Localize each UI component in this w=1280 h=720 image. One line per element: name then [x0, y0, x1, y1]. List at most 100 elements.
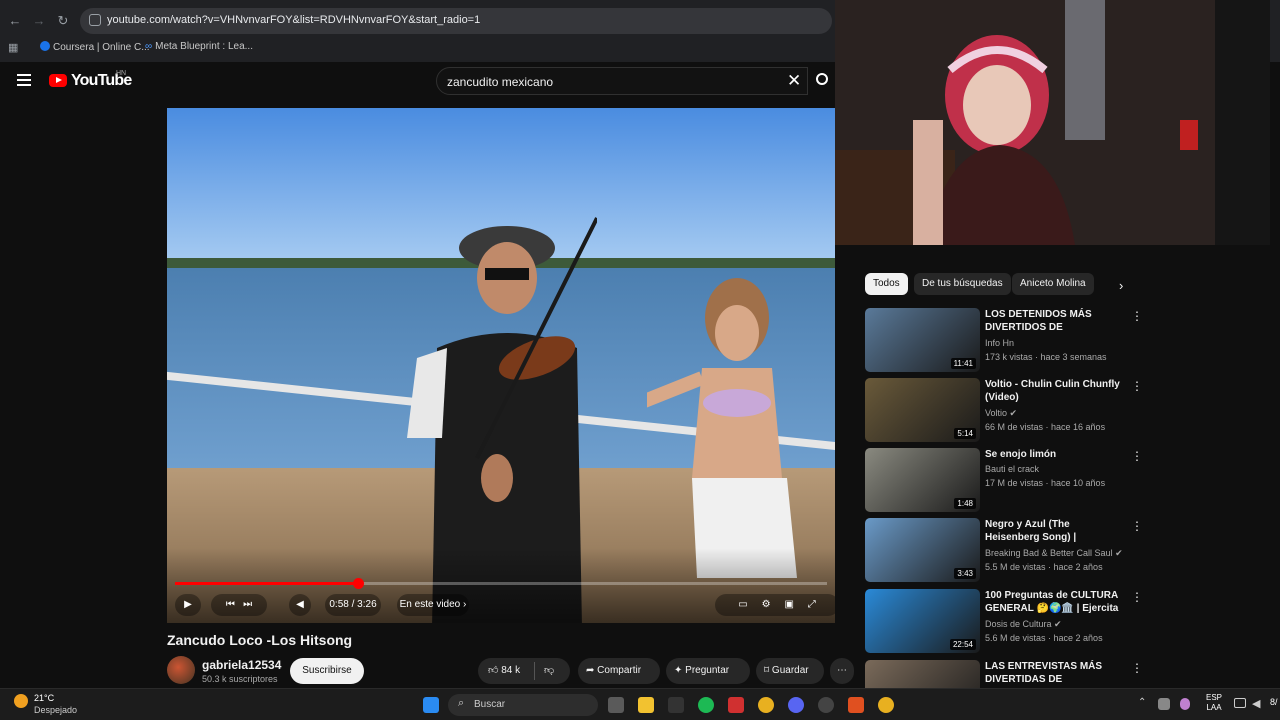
weather-icon[interactable]	[14, 694, 28, 708]
settings-icon[interactable]: ⚙	[762, 599, 771, 610]
chrome-icon[interactable]	[878, 697, 894, 713]
site-info-icon[interactable]	[89, 14, 101, 26]
search-icon[interactable]	[816, 73, 828, 85]
app-icon[interactable]	[668, 697, 684, 713]
discord-icon[interactable]	[788, 697, 804, 713]
recommendation-item[interactable]: 3:43 Negro y Azul (The Heisenberg Song) …	[865, 518, 1145, 584]
recommendation-title[interactable]: Negro y Azul (The Heisenberg Song) | Bre…	[985, 518, 1120, 545]
ask-button[interactable]: ✦ Preguntar	[666, 658, 750, 684]
menu-icon[interactable]	[17, 74, 31, 86]
chip-todos[interactable]: Todos	[865, 273, 908, 295]
share-button[interactable]: ➦ Compartir	[578, 658, 660, 684]
recommendation-channel[interactable]: Info Hn	[985, 338, 1014, 348]
more-options-icon[interactable]: ⋮	[1131, 591, 1143, 605]
chip-from-searches[interactable]: De tus búsquedas	[914, 273, 1011, 295]
recommendation-title[interactable]: LAS ENTREVISTAS MÁS DIVERTIDAS DE HONDUR…	[985, 660, 1120, 687]
youtube-logo-play	[56, 77, 62, 83]
forward-icon[interactable]: →	[30, 12, 48, 30]
channel-name[interactable]: gabriela12534	[202, 658, 281, 672]
chip-aniceto-molina[interactable]: Aniceto Molina	[1012, 273, 1094, 295]
language-indicator[interactable]: ESP LAA	[1206, 693, 1222, 713]
more-options-icon[interactable]: ⋮	[1131, 380, 1143, 394]
video-player[interactable]: ▶ ⏮ ⏭ ◀ 0:58 / 3:26 En este video › ▭ ⚙ …	[167, 108, 835, 623]
chevron-right-icon[interactable]: ›	[1119, 278, 1123, 293]
play-button[interactable]: ▶	[175, 594, 201, 616]
recommendation-item[interactable]: 5:14 Voltio - Chulin Culin Chunfly (Vide…	[865, 378, 1145, 444]
taskbar-search-label: Buscar	[474, 699, 506, 710]
recommendation-channel[interactable]: Breaking Bad & Better Call Saul ✔	[985, 548, 1123, 559]
address-bar[interactable]: youtube.com/watch?v=VHNvnvarFOY&list=RDV…	[80, 8, 832, 34]
channel-avatar[interactable]	[167, 656, 195, 684]
recommendation-thumbnail[interactable]: 11:41	[865, 308, 980, 372]
weather-temp[interactable]: 21°C	[34, 693, 54, 703]
clear-search-icon[interactable]: ✕	[787, 71, 801, 91]
recommendation-title[interactable]: Se enojo limón	[985, 448, 1120, 461]
volume-icon[interactable]: ◀	[289, 594, 311, 616]
subscribe-button[interactable]: Suscribirse	[290, 658, 364, 684]
microphone-icon[interactable]	[1180, 698, 1190, 710]
spotify-icon[interactable]	[698, 697, 714, 713]
bookmark-meta-blueprint[interactable]: ∞ Meta Blueprint : Lea...	[145, 41, 253, 52]
app-icon[interactable]	[848, 697, 864, 713]
dislike-button[interactable]: 👎︎	[544, 658, 554, 684]
bookmark-coursera[interactable]: Coursera | Online C...	[40, 41, 150, 53]
more-options-icon[interactable]: ⋮	[1131, 310, 1143, 324]
back-icon[interactable]: ←	[6, 12, 24, 30]
recommendation-title[interactable]: Voltio - Chulin Culin Chunfly (Video)	[985, 378, 1120, 404]
more-actions-icon[interactable]: ⋯	[830, 658, 854, 684]
more-options-icon[interactable]: ⋮	[1131, 662, 1143, 676]
next-icon[interactable]: ⏭	[243, 599, 252, 610]
chevron-up-icon[interactable]: ⌃	[1138, 697, 1146, 708]
recommendation-thumbnail[interactable]	[865, 660, 980, 688]
chrome-icon[interactable]	[758, 697, 774, 713]
sparkle-icon: ✦	[674, 665, 683, 676]
like-dislike-group: 👍︎ 84 k 👎︎	[478, 658, 570, 684]
more-options-icon[interactable]: ⋮	[1131, 450, 1143, 464]
reload-icon[interactable]: ↻	[54, 12, 72, 30]
url-text: youtube.com/watch?v=VHNvnvarFOY&list=RDV…	[107, 14, 481, 26]
save-button[interactable]: ⌑ Guardar	[756, 658, 824, 684]
task-view-icon[interactable]	[608, 697, 624, 713]
recommendation-channel[interactable]: Bauti el crack	[985, 464, 1039, 474]
recommendation-channel[interactable]: Voltio ✔	[985, 408, 1017, 419]
progress-bar[interactable]	[175, 578, 827, 589]
taskbar-search[interactable]: ⌕ Buscar	[448, 694, 598, 716]
duration-badge: 5:14	[954, 428, 976, 439]
progress-scrubber[interactable]	[352, 578, 364, 589]
recommendation-meta: 17 M de vistas · hace 10 años	[985, 478, 1106, 488]
network-icon[interactable]	[1234, 698, 1246, 708]
like-button[interactable]: 👍︎ 84 k	[488, 658, 520, 684]
verified-icon: ✔	[1115, 548, 1123, 558]
recommendation-title[interactable]: LOS DETENIDOS MÁS DIVERTIDOS DE HONDURAS…	[985, 308, 1120, 335]
webcam-image	[835, 0, 1270, 245]
clock[interactable]: 8/	[1270, 697, 1278, 707]
recommendation-item[interactable]: 22:54 100 Preguntas de CULTURA GENERAL 🤔…	[865, 589, 1145, 655]
subtitles-icon[interactable]: ▭	[738, 599, 747, 610]
game-app-icon[interactable]	[728, 697, 744, 713]
recommendation-item[interactable]: LAS ENTREVISTAS MÁS DIVERTIDAS DE HONDUR…	[865, 660, 1145, 688]
recommendation-item[interactable]: 1:48 Se enojo limón Bauti el crack 17 M …	[865, 448, 1145, 514]
recommendation-thumbnail[interactable]: 1:48	[865, 448, 980, 512]
video-title: Zancudo Loco -Los Hitsong	[167, 632, 353, 648]
tray-icon[interactable]	[1158, 698, 1170, 710]
volume-icon[interactable]: ◀	[1252, 697, 1260, 710]
previous-icon[interactable]: ⏮	[226, 599, 235, 610]
search-input[interactable]: zancudito mexicano ✕	[436, 67, 808, 95]
miniplayer-icon[interactable]: ▣	[784, 599, 793, 610]
apps-grid-icon[interactable]: ▦	[8, 41, 18, 54]
chapter-button[interactable]: En este video ›	[397, 594, 469, 616]
windows-start-icon[interactable]	[423, 697, 439, 713]
verified-icon: ✔	[1009, 408, 1018, 418]
more-options-icon[interactable]: ⋮	[1131, 520, 1143, 534]
recommendation-thumbnail[interactable]: 22:54	[865, 589, 980, 653]
recommendation-channel[interactable]: Dosis de Cultura ✔	[985, 619, 1062, 630]
recommendation-title[interactable]: 100 Preguntas de CULTURA GENERAL 🤔🌍🏛️ | …	[985, 589, 1120, 616]
recommendation-thumbnail[interactable]: 5:14	[865, 378, 980, 442]
obs-icon[interactable]	[818, 697, 834, 713]
recommendation-meta: 66 M de vistas · hace 16 años	[985, 422, 1106, 432]
fullscreen-icon[interactable]: ⤢	[808, 599, 816, 610]
weather-desc: Despejado	[34, 705, 78, 715]
recommendation-thumbnail[interactable]: 3:43	[865, 518, 980, 582]
recommendation-item[interactable]: 11:41 LOS DETENIDOS MÁS DIVERTIDOS DE HO…	[865, 308, 1145, 374]
file-explorer-icon[interactable]	[638, 697, 654, 713]
